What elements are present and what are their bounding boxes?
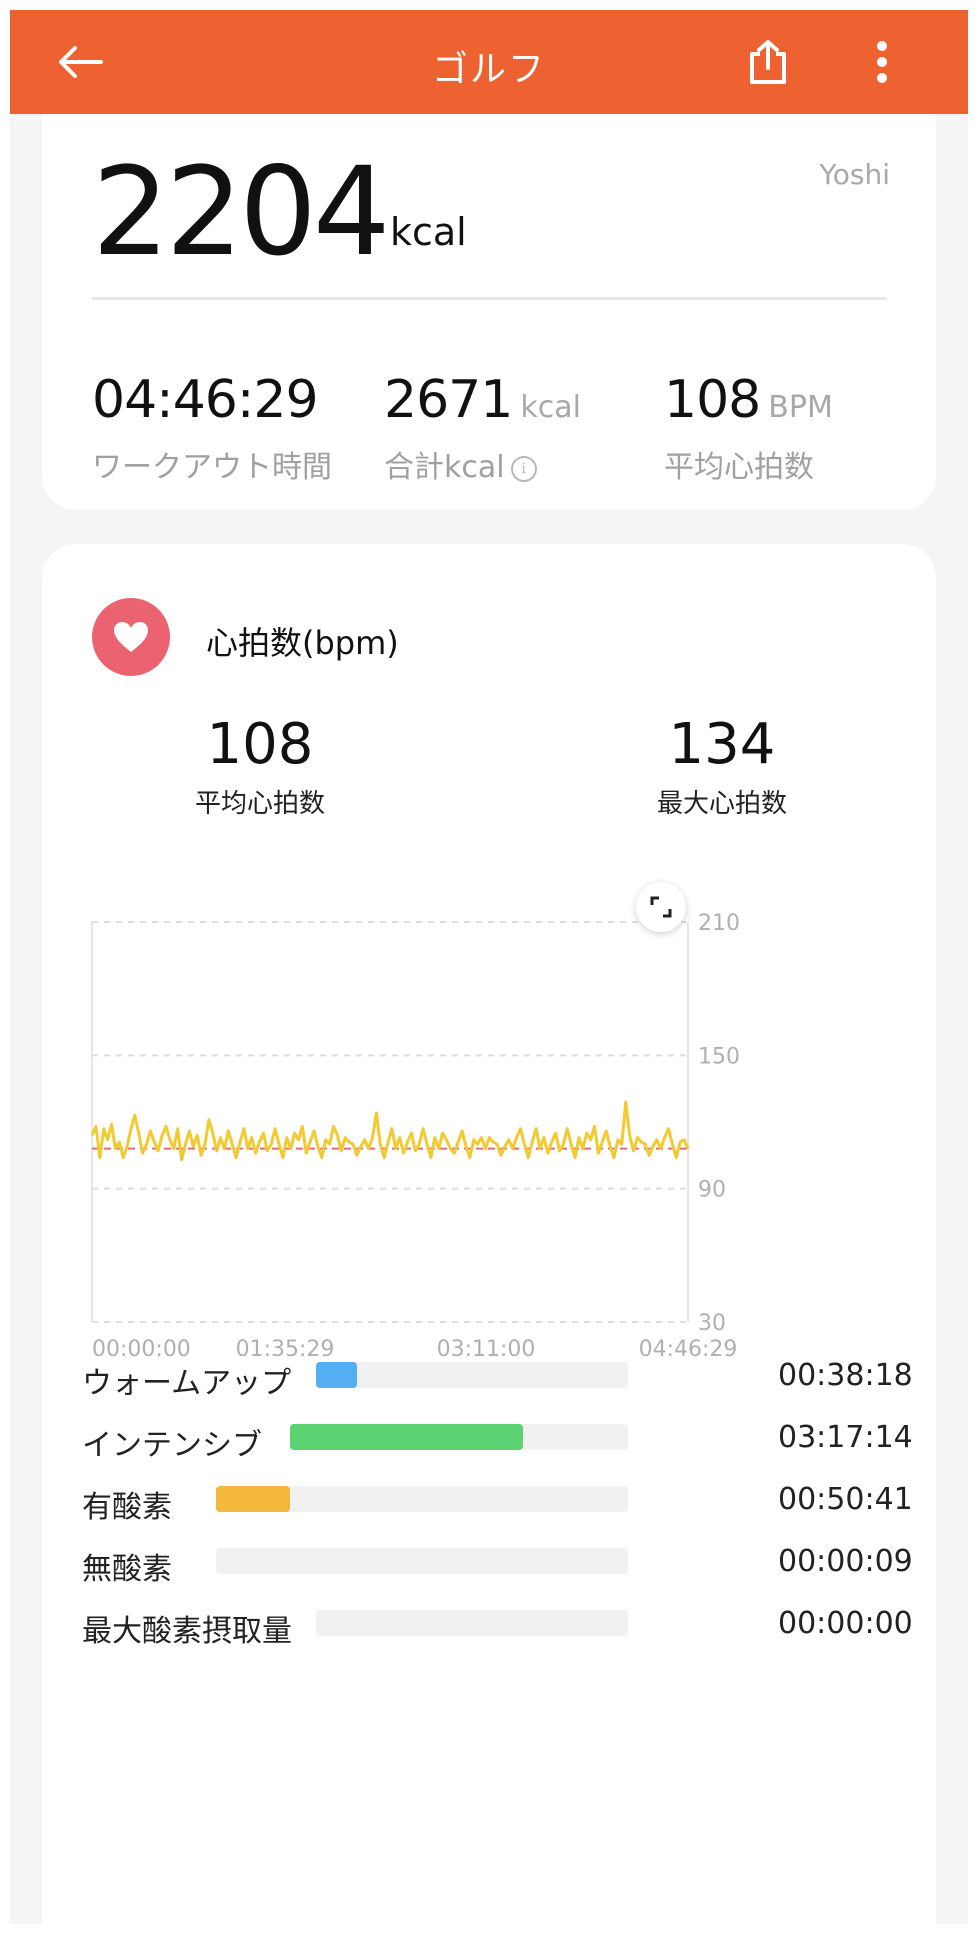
zone-row: 最大酸素摂取量 00:00:00 [82,1602,913,1649]
avg-hr-unit: BPM [768,390,833,425]
y-tick-label: 150 [698,1044,740,1069]
share-button[interactable] [738,32,798,92]
app-header: ゴルフ [10,10,968,114]
expand-icon [650,896,672,918]
zone-bar-track [216,1486,628,1512]
calories-value: 2204 [92,141,390,283]
heart-icon [114,622,148,652]
avg-heart-rate: 108 平均心拍数 [150,712,370,820]
zone-bar-track [216,1548,628,1574]
user-name: Yoshi [819,158,890,191]
avg-hr-label: 平均心拍数 [664,450,814,485]
zone-row: ウォームアップ 00:38:18 [82,1354,913,1401]
avg-hr-stat: 108 BPM 平均心拍数 [664,370,833,485]
expand-chart-button[interactable] [636,882,686,932]
workout-time-label: ワークアウト時間 [92,450,332,485]
zone-row: 無酸素 00:00:09 [82,1540,913,1587]
summary-card: 2204 kcal Yoshi 04:46:29 ワークアウト時間 2671 kc… [42,70,936,510]
y-tick-label: 30 [698,1311,726,1336]
avg-heart-rate-value: 108 [206,712,314,777]
heart-rate-line [90,1100,690,1162]
more-vertical-icon [877,41,887,83]
zone-time: 00:38:18 [778,1358,913,1393]
share-icon [750,40,786,84]
zone-bar-fill [216,1486,291,1512]
zone-bar-fill [290,1424,524,1450]
y-tick-label: 210 [698,911,740,936]
y-tick-label: 90 [698,1178,726,1203]
zone-time: 00:50:41 [778,1482,913,1517]
zone-time: 03:17:14 [778,1420,913,1455]
app-screen: 2204 kcal Yoshi 04:46:29 ワークアウト時間 2671 kc… [10,10,968,1924]
heart-icon-badge [92,598,170,676]
heart-rate-title: 心拍数(bpm) [206,624,399,662]
workout-time-value: 04:46:29 [92,370,319,430]
divider [92,297,886,300]
total-kcal-label-wrap: 合計kcal i [384,442,537,486]
heart-rate-card: 心拍数(bpm) 108 平均心拍数 134 最大心拍数 210 150 90 30 0… [42,544,936,1924]
zone-name: インテンシブ [82,1428,262,1463]
avg-heart-rate-label: 平均心拍数 [194,789,325,819]
zone-time: 00:00:00 [778,1606,913,1641]
more-menu-button[interactable] [852,32,912,92]
zone-name: 有酸素 [82,1490,172,1525]
avg-hr-value: 108 [664,370,761,430]
zone-bar-fill [316,1362,357,1388]
total-kcal-value: 2671 [384,370,513,430]
zone-bar-track [316,1610,628,1636]
total-kcal-stat: 2671 kcal 合計kcal i [384,370,581,485]
heart-rate-chart[interactable]: 210150903000:00:00 01:35:29 03:11:00 04:46:… [42,904,936,1504]
calories-unit: kcal [390,210,467,254]
total-kcal-label: 合計kcal [384,450,505,485]
max-heart-rate: 134 最大心拍数 [612,712,832,820]
max-heart-rate-value: 134 [668,712,776,777]
zone-name: ウォームアップ [82,1366,292,1401]
zone-row: インテンシブ 03:17:14 [82,1416,913,1463]
zone-bar-track [290,1424,628,1450]
info-icon[interactable]: i [510,455,537,482]
zone-time: 00:00:09 [778,1544,913,1579]
workout-time-stat: 04:46:29 ワークアウト時間 [92,370,332,485]
zone-bar-track [316,1362,628,1388]
page-title: ゴルフ [431,49,546,90]
zone-name: 最大酸素摂取量 [82,1614,292,1649]
max-heart-rate-label: 最大心拍数 [656,789,787,819]
zone-row: 有酸素 00:50:41 [82,1478,913,1525]
total-kcal-unit: kcal [520,390,581,425]
zone-name: 無酸素 [82,1552,172,1587]
